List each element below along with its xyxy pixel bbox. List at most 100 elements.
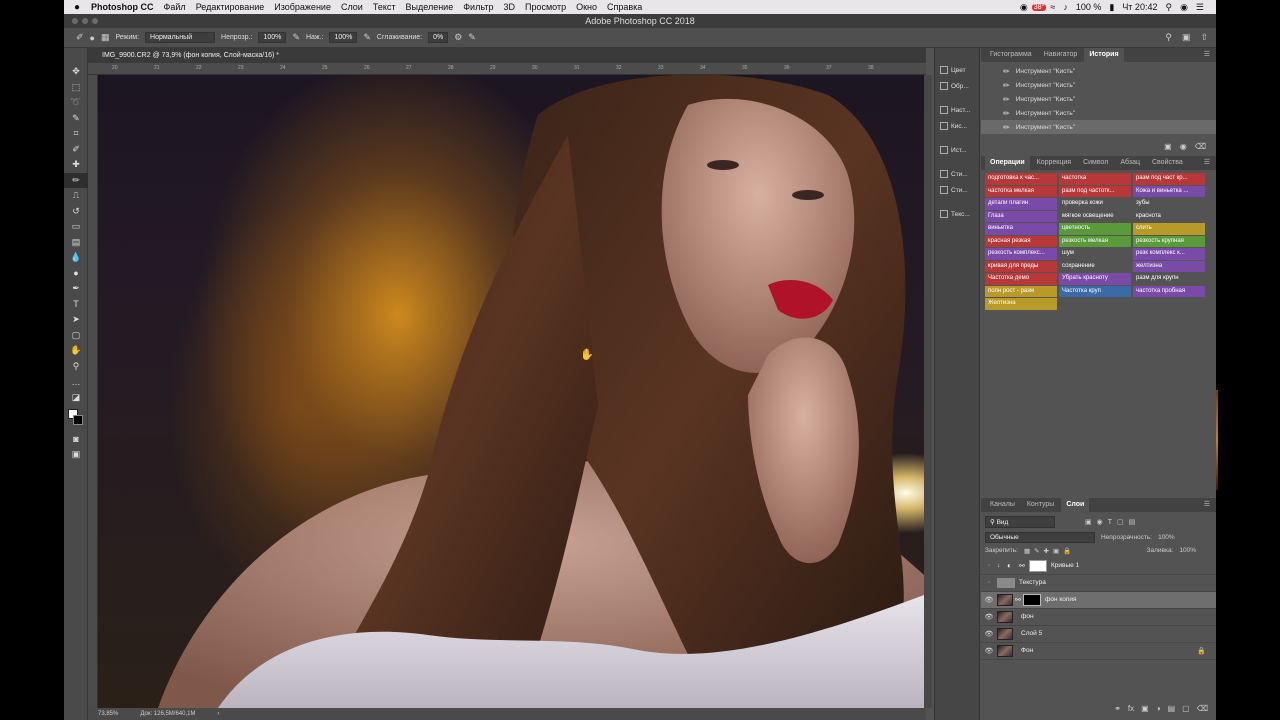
document-size[interactable]: Док: 126,5M/640,1M [140, 711, 195, 717]
visibility-eye-icon[interactable]: 👁 [981, 630, 997, 638]
tab-каналы[interactable]: Каналы [985, 498, 1020, 512]
layer-name[interactable]: Слой 5 [1021, 630, 1042, 637]
temperature-badge[interactable]: 38° [1031, 3, 1047, 11]
action-button[interactable]: резк комплекс к... [1133, 248, 1205, 260]
visibility-eye-icon[interactable]: 👁 [981, 613, 997, 621]
layer-opacity-value[interactable]: 100% [1158, 534, 1175, 541]
visibility-eye-icon[interactable]: 👁 [981, 596, 997, 604]
action-button[interactable]: разм под част кр... [1133, 173, 1205, 185]
brush-settings-icon[interactable]: ▦ [101, 32, 110, 43]
volume-icon[interactable]: ♪ [1059, 2, 1072, 12]
link-layers-icon[interactable]: ⚭ [1114, 704, 1121, 718]
action-button[interactable]: проверка кожи [1059, 198, 1131, 210]
fx-icon[interactable]: fx [1128, 704, 1134, 718]
tab-коррекция[interactable]: Коррекция [1032, 156, 1076, 170]
layer-row[interactable]: 👁 ⚯ фон копия [981, 591, 1216, 609]
wifi-icon[interactable]: ≈ [1046, 2, 1059, 12]
menu-app-name[interactable]: Photoshop CC [86, 2, 159, 12]
layer-thumbnail[interactable] [997, 644, 1013, 657]
tab-абзац[interactable]: Абзац [1115, 156, 1145, 170]
action-button[interactable]: сохранение [1059, 260, 1131, 272]
action-button[interactable]: детали плагин [985, 198, 1057, 210]
tab-символ[interactable]: Символ [1078, 156, 1113, 170]
pressure-field[interactable]: 100% [329, 32, 358, 43]
panel-menu-icon[interactable]: ☰ [1199, 48, 1216, 62]
panel-menu-icon[interactable]: ☰ [1199, 498, 1216, 512]
visibility-off-icon[interactable]: · [981, 579, 997, 586]
tab-слои[interactable]: Слои [1061, 497, 1090, 512]
panel-strip-item[interactable]: Кис... [935, 118, 979, 134]
panel-menu-icon[interactable]: ☰ [1199, 156, 1216, 170]
action-button[interactable]: красная резкая [985, 235, 1057, 247]
blend-mode-select[interactable]: Обычные [985, 531, 1095, 543]
new-layer-icon[interactable]: ▢ [1182, 704, 1190, 718]
marquee-tool-icon[interactable]: ⬚ [64, 80, 88, 96]
layer-name[interactable]: Текстура [1019, 579, 1046, 586]
image-canvas[interactable]: ✋ [98, 75, 924, 708]
screen-mode-icon[interactable]: ▣ [64, 447, 88, 463]
document-tab[interactable]: IMG_9900.CR2 @ 73,9% (фон копия, Слой-ма… [88, 48, 926, 63]
layer-thumbnail[interactable] [997, 627, 1013, 640]
menu-item-6[interactable]: Фильтр [458, 2, 498, 12]
panel-strip-item[interactable]: Сти... [935, 182, 979, 198]
action-button[interactable]: шум [1059, 248, 1131, 260]
action-button[interactable]: виньетка [985, 223, 1057, 235]
tab-история[interactable]: История [1084, 48, 1124, 62]
layer-row[interactable]: · ↓ ◐ ⚯ Кривые 1 [981, 558, 1216, 575]
action-button[interactable]: кривая для преды [985, 260, 1057, 272]
action-button[interactable]: желтизна [1133, 260, 1205, 272]
action-button[interactable]: Частотка круп [1059, 285, 1131, 297]
search-icon[interactable]: ⚲ [1165, 32, 1172, 43]
layer-row[interactable]: 👁 Слой 5 [981, 626, 1216, 643]
fill-value[interactable]: 100% [1179, 547, 1212, 554]
pressure-size-icon[interactable]: ✎ [468, 32, 476, 43]
action-button[interactable]: резкость комплекс... [985, 248, 1057, 260]
tab-навигатор[interactable]: Навигатор [1039, 48, 1083, 62]
path-select-tool-icon[interactable]: ➤ [64, 312, 88, 328]
action-button[interactable]: частотка мелкая [985, 185, 1057, 197]
action-button[interactable]: цветность [1059, 223, 1131, 235]
quick-mask-icon[interactable]: ◙ [64, 431, 88, 447]
layer-thumbnail[interactable] [997, 593, 1013, 606]
close-window-button[interactable] [72, 18, 78, 24]
menu-item-10[interactable]: Справка [602, 2, 647, 12]
tab-операции[interactable]: Операции [985, 156, 1030, 170]
action-button[interactable]: подготовка к час... [985, 173, 1057, 185]
visibility-eye-icon[interactable]: 👁 [981, 647, 997, 655]
move-tool-icon[interactable]: ✥ [64, 64, 88, 80]
adjustment-layer-icon[interactable]: ◑ [1156, 704, 1161, 718]
history-state[interactable]: ✏ Инструмент "Кисть" [981, 92, 1216, 106]
status-arrow-icon[interactable]: › [217, 711, 219, 717]
action-button[interactable]: краснота [1133, 210, 1205, 222]
layer-row[interactable]: · Текстура [981, 575, 1216, 592]
action-button[interactable]: зубы [1133, 198, 1205, 210]
panel-strip-item[interactable]: Наст... [935, 102, 979, 118]
lock-icon[interactable]: 🔒 [1197, 647, 1216, 655]
panel-strip-item[interactable]: Сти... [935, 166, 979, 182]
action-button[interactable]: слить [1133, 223, 1205, 235]
layer-mask-thumbnail[interactable] [1023, 593, 1041, 606]
minimize-window-button[interactable] [82, 18, 88, 24]
vertical-scrollbar[interactable] [924, 75, 932, 708]
delete-layer-icon[interactable]: ⌫ [1197, 704, 1208, 718]
more-tools-icon[interactable]: … [64, 374, 88, 390]
brush-tool-icon[interactable]: ✐ [76, 32, 84, 43]
action-button[interactable]: разм для крупн [1133, 273, 1205, 285]
pressure-opacity-icon[interactable]: ✎ [292, 32, 300, 43]
menu-item-0[interactable]: Файл [159, 2, 191, 12]
action-button[interactable]: разм под частотк... [1059, 185, 1131, 197]
zoom-level[interactable]: 73,85% [98, 711, 118, 717]
zoom-tool-icon[interactable]: ⚲ [64, 359, 88, 375]
menu-item-9[interactable]: Окно [571, 2, 602, 12]
visibility-off-icon[interactable]: · [981, 562, 997, 569]
history-state[interactable]: ✏ Инструмент "Кисть" [981, 64, 1216, 78]
siri-icon[interactable]: ◉ [1176, 2, 1192, 13]
zoom-window-button[interactable] [92, 18, 98, 24]
action-button[interactable]: попн рост - разм [985, 285, 1057, 297]
panel-strip-item[interactable]: Ист... [935, 142, 979, 158]
clock[interactable]: Чт 20:42 [1118, 2, 1161, 12]
panel-strip-item[interactable]: Текс... [935, 206, 979, 222]
apple-menu-icon[interactable]: ● [64, 2, 86, 13]
gradient-tool-icon[interactable]: ▤ [64, 235, 88, 251]
snapshot-icon[interactable]: ◉ [1180, 142, 1187, 156]
